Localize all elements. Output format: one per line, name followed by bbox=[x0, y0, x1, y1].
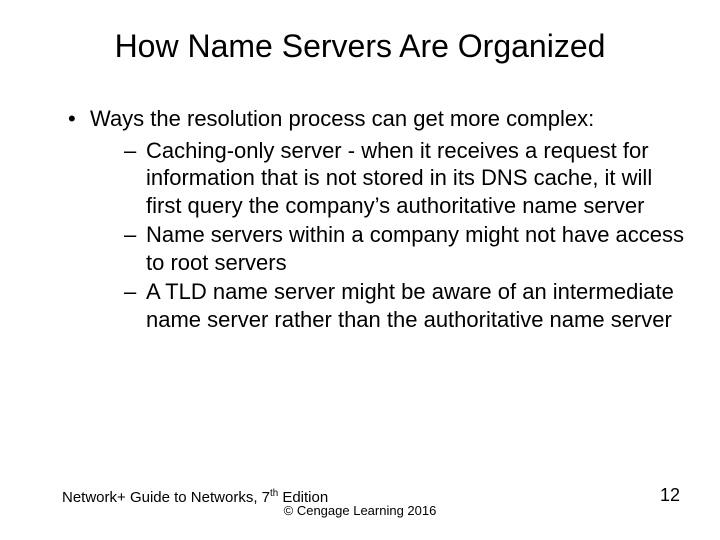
footer-left-super: th bbox=[270, 488, 278, 499]
bullet-lvl1-item: Ways the resolution process can get more… bbox=[68, 105, 690, 333]
slide: How Name Servers Are Organized Ways the … bbox=[0, 0, 720, 540]
bullet-lvl2-item: Caching-only server - when it receives a… bbox=[124, 137, 690, 220]
bullet-lvl2-item: Name servers within a company might not … bbox=[124, 221, 690, 276]
slide-title: How Name Servers Are Organized bbox=[0, 0, 720, 75]
footer-page-number: 12 bbox=[660, 485, 680, 506]
bullet-text: A TLD name server might be aware of an i… bbox=[146, 279, 674, 332]
bullet-lvl2-item: A TLD name server might be aware of an i… bbox=[124, 278, 690, 333]
bullet-text: Ways the resolution process can get more… bbox=[90, 106, 594, 131]
bullet-text: Caching-only server - when it receives a… bbox=[146, 138, 652, 218]
bullet-text: Name servers within a company might not … bbox=[146, 222, 684, 275]
bullet-list-lvl2: Caching-only server - when it receives a… bbox=[90, 137, 690, 334]
bullet-list-lvl1: Ways the resolution process can get more… bbox=[30, 105, 690, 333]
footer-center: © Cengage Learning 2016 bbox=[0, 503, 720, 518]
content-area: Ways the resolution process can get more… bbox=[0, 75, 720, 333]
